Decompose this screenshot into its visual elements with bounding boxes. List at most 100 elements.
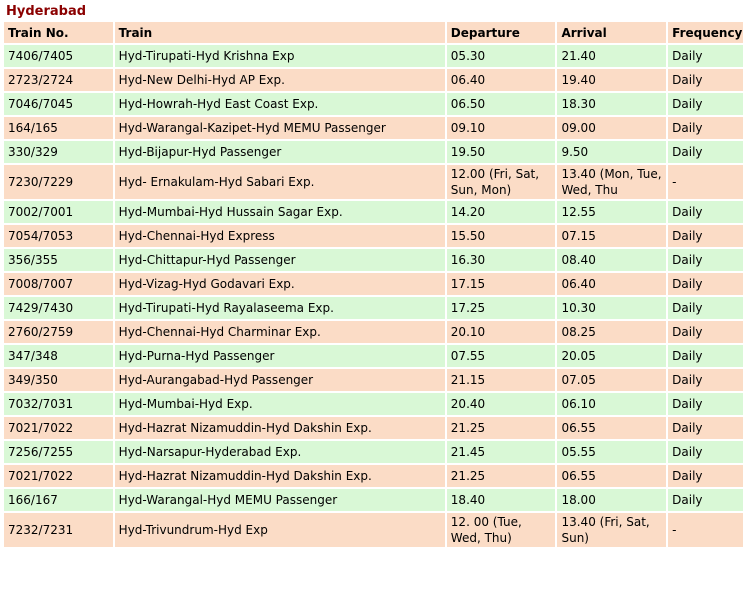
train-no-cell: 164/165 bbox=[4, 117, 113, 139]
table-row: 7021/7022 Hyd-Hazrat Nizamuddin-Hyd Daksh… bbox=[4, 417, 743, 439]
train-no-cell: 349/350 bbox=[4, 369, 113, 391]
frequency-cell: Daily bbox=[668, 201, 743, 223]
departure-cell: 15.50 bbox=[446, 225, 556, 247]
train-name-cell: Hyd-Tirupati-Hyd Krishna Exp bbox=[114, 45, 445, 67]
departure-cell: 06.40 bbox=[446, 69, 556, 91]
train-name-cell: Hyd-Hazrat Nizamuddin-Hyd Dakshin Exp. bbox=[114, 465, 445, 487]
page-title: Hyderabad bbox=[6, 4, 87, 19]
table-row: 330/329 Hyd-Bijapur-Hyd Passenger 19.50 9.5… bbox=[4, 141, 743, 163]
train-no-cell: 2760/2759 bbox=[4, 321, 113, 343]
table-row: 7008/7007 Hyd-Vizag-Hyd Godavari Exp. 17.1… bbox=[4, 273, 743, 295]
train-no-cell: 2723/2724 bbox=[4, 69, 113, 91]
frequency-cell: Daily bbox=[668, 141, 743, 163]
table-row: 7406/7405 Hyd-Tirupati-Hyd Krishna Exp 05.… bbox=[4, 45, 743, 67]
frequency-cell: Daily bbox=[668, 45, 743, 67]
frequency-cell: Daily bbox=[668, 69, 743, 91]
header-train-no: Train No. bbox=[4, 22, 113, 43]
frequency-cell: Daily bbox=[668, 297, 743, 319]
arrival-cell: 21.40 bbox=[557, 45, 667, 67]
header-departure: Departure bbox=[446, 22, 556, 43]
train-no-cell: 7429/7430 bbox=[4, 297, 113, 319]
table-row: 7021/7022 Hyd-Hazrat Nizamuddin-Hyd Daksh… bbox=[4, 465, 743, 487]
departure-cell: 14.20 bbox=[446, 201, 556, 223]
arrival-cell: 07.15 bbox=[557, 225, 667, 247]
arrival-cell: 06.55 bbox=[557, 465, 667, 487]
departure-cell: 21.15 bbox=[446, 369, 556, 391]
table-row: 347/348 Hyd-Purna-Hyd Passenger 07.55 20.05… bbox=[4, 345, 743, 367]
train-name-cell: Hyd-New Delhi-Hyd AP Exp. bbox=[114, 69, 445, 91]
arrival-cell: 08.25 bbox=[557, 321, 667, 343]
header-arrival: Arrival bbox=[557, 22, 667, 43]
train-name-cell: Hyd-Chittapur-Hyd Passenger bbox=[114, 249, 445, 271]
departure-cell: 17.15 bbox=[446, 273, 556, 295]
train-name-cell: Hyd-Warangal-Hyd MEMU Passenger bbox=[114, 489, 445, 511]
train-name-cell: Hyd-Chennai-Hyd Express bbox=[114, 225, 445, 247]
table-row: 7046/7045 Hyd-Howrah-Hyd East Coast Exp. 0… bbox=[4, 93, 743, 115]
departure-cell: 21.45 bbox=[446, 441, 556, 463]
departure-cell: 19.50 bbox=[446, 141, 556, 163]
departure-cell: 09.10 bbox=[446, 117, 556, 139]
arrival-cell: 07.05 bbox=[557, 369, 667, 391]
departure-cell: 06.50 bbox=[446, 93, 556, 115]
train-no-cell: 347/348 bbox=[4, 345, 113, 367]
train-name-cell: Hyd-Chennai-Hyd Charminar Exp. bbox=[114, 321, 445, 343]
header-frequency: Frequency bbox=[668, 22, 743, 43]
train-no-cell: 7002/7001 bbox=[4, 201, 113, 223]
train-schedule-table: Train No. Train Departure Arrival Freque… bbox=[2, 20, 745, 549]
arrival-cell: 12.55 bbox=[557, 201, 667, 223]
departure-cell: 20.40 bbox=[446, 393, 556, 415]
departure-cell: 05.30 bbox=[446, 45, 556, 67]
arrival-cell: 18.00 bbox=[557, 489, 667, 511]
arrival-cell: 09.00 bbox=[557, 117, 667, 139]
frequency-cell: Daily bbox=[668, 393, 743, 415]
arrival-cell: 13.40 (Fri, Sat, Sun) bbox=[557, 513, 667, 547]
arrival-cell: 10.30 bbox=[557, 297, 667, 319]
table-row: 356/355 Hyd-Chittapur-Hyd Passenger 16.30 0… bbox=[4, 249, 743, 271]
train-name-cell: Hyd-Purna-Hyd Passenger bbox=[114, 345, 445, 367]
train-name-cell: Hyd-Trivundrum-Hyd Exp bbox=[114, 513, 445, 547]
train-name-cell: Hyd-Howrah-Hyd East Coast Exp. bbox=[114, 93, 445, 115]
train-name-cell: Hyd- Ernakulam-Hyd Sabari Exp. bbox=[114, 165, 445, 199]
train-no-cell: 356/355 bbox=[4, 249, 113, 271]
train-name-cell: Hyd-Aurangabad-Hyd Passenger bbox=[114, 369, 445, 391]
departure-cell: 17.25 bbox=[446, 297, 556, 319]
train-no-cell: 7008/7007 bbox=[4, 273, 113, 295]
train-no-cell: 330/329 bbox=[4, 141, 113, 163]
frequency-cell: Daily bbox=[668, 321, 743, 343]
train-name-cell: Hyd-Narsapur-Hyderabad Exp. bbox=[114, 441, 445, 463]
train-no-cell: 7054/7053 bbox=[4, 225, 113, 247]
header-train: Train bbox=[114, 22, 445, 43]
arrival-cell: 05.55 bbox=[557, 441, 667, 463]
departure-cell: 12.00 (Fri, Sat, Sun, Mon) bbox=[446, 165, 556, 199]
arrival-cell: 18.30 bbox=[557, 93, 667, 115]
table-row: 7230/7229 Hyd- Ernakulam-Hyd Sabari Exp. 1… bbox=[4, 165, 743, 199]
table-row: 2723/2724 Hyd-New Delhi-Hyd AP Exp. 06.40 1… bbox=[4, 69, 743, 91]
train-no-cell: 7406/7405 bbox=[4, 45, 113, 67]
train-no-cell: 7032/7031 bbox=[4, 393, 113, 415]
frequency-cell: Daily bbox=[668, 249, 743, 271]
train-no-cell: 7021/7022 bbox=[4, 465, 113, 487]
departure-cell: 21.25 bbox=[446, 417, 556, 439]
departure-cell: 18.40 bbox=[446, 489, 556, 511]
arrival-cell: 06.55 bbox=[557, 417, 667, 439]
arrival-cell: 08.40 bbox=[557, 249, 667, 271]
table-row: 7054/7053 Hyd-Chennai-Hyd Express 15.50 07.… bbox=[4, 225, 743, 247]
train-name-cell: Hyd-Vizag-Hyd Godavari Exp. bbox=[114, 273, 445, 295]
arrival-cell: 19.40 bbox=[557, 69, 667, 91]
table-row: 7032/7031 Hyd-Mumbai-Hyd Exp. 20.40 06.10 Da… bbox=[4, 393, 743, 415]
table-header-row: Train No. Train Departure Arrival Freque… bbox=[4, 22, 743, 43]
table-row: 166/167 Hyd-Warangal-Hyd MEMU Passenger 18… bbox=[4, 489, 743, 511]
table-row: 349/350 Hyd-Aurangabad-Hyd Passenger 21.15… bbox=[4, 369, 743, 391]
train-no-cell: 166/167 bbox=[4, 489, 113, 511]
train-no-cell: 7021/7022 bbox=[4, 417, 113, 439]
frequency-cell: Daily bbox=[668, 117, 743, 139]
train-name-cell: Hyd-Tirupati-Hyd Rayalaseema Exp. bbox=[114, 297, 445, 319]
frequency-cell: Daily bbox=[668, 273, 743, 295]
arrival-cell: 13.40 (Mon, Tue, Wed, Thu bbox=[557, 165, 667, 199]
table-row: 7256/7255 Hyd-Narsapur-Hyderabad Exp. 21.4… bbox=[4, 441, 743, 463]
frequency-cell: Daily bbox=[668, 345, 743, 367]
table-row: 7429/7430 Hyd-Tirupati-Hyd Rayalaseema Ex… bbox=[4, 297, 743, 319]
table-row: 7002/7001 Hyd-Mumbai-Hyd Hussain Sagar Ex… bbox=[4, 201, 743, 223]
train-no-cell: 7256/7255 bbox=[4, 441, 113, 463]
train-no-cell: 7046/7045 bbox=[4, 93, 113, 115]
